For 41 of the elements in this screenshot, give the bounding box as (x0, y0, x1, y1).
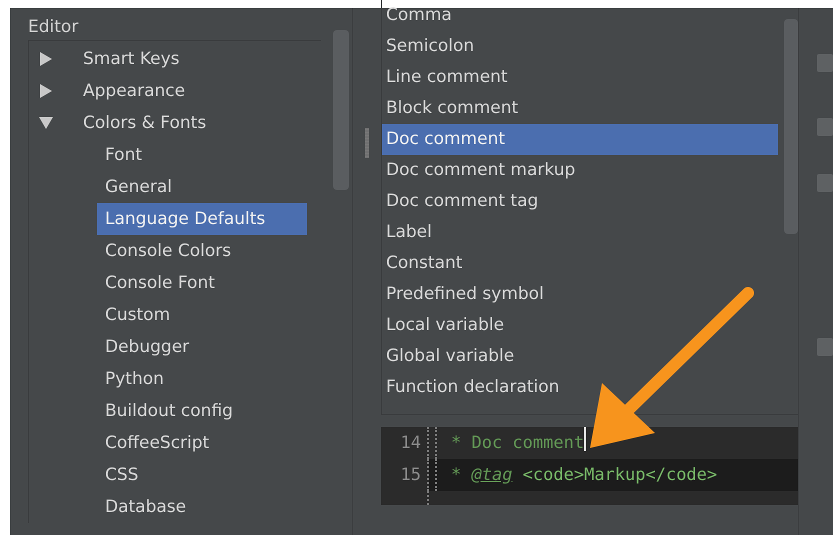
list-item[interactable]: Doc comment tag (382, 186, 778, 217)
list-item[interactable]: Doc comment markup (382, 155, 778, 186)
tree-item[interactable]: Debugger (97, 331, 307, 363)
list-item[interactable]: Function declaration (382, 372, 778, 403)
tree-item[interactable]: Console Colors (97, 235, 307, 267)
section-header: Editor (28, 16, 80, 39)
tree-item[interactable]: General (97, 171, 307, 203)
checkbox[interactable] (817, 54, 833, 72)
code-line: * @tag <code>Markup</code> (451, 464, 718, 487)
collapse-triangle-icon[interactable] (39, 116, 53, 130)
line-number: 15 (381, 459, 429, 491)
checkbox[interactable] (817, 118, 833, 136)
tree-item[interactable]: Buildout config (97, 395, 307, 427)
list-item[interactable]: Doc comment (382, 124, 778, 155)
list-item[interactable]: Local variable (382, 310, 778, 341)
list-item[interactable]: Label (382, 217, 778, 248)
scrollbar-thumb[interactable] (784, 19, 798, 234)
tree-item[interactable]: Appearance (79, 75, 190, 107)
splitter-grip[interactable] (364, 128, 369, 158)
list-item[interactable]: Constant (382, 248, 778, 279)
tree-item[interactable]: Console Font (97, 267, 307, 299)
list-item[interactable]: Semicolon (382, 31, 778, 62)
expand-triangle-icon[interactable] (39, 84, 53, 98)
list-item[interactable]: Line comment (382, 62, 778, 93)
tree-item[interactable]: Database (97, 491, 307, 523)
tree-item[interactable]: Custom (97, 299, 307, 331)
checkbox[interactable] (817, 174, 833, 192)
list-item[interactable]: Comma (382, 0, 778, 31)
tree-item[interactable]: Font (97, 139, 307, 171)
code-line: * Doc comment (451, 432, 584, 455)
tree-item[interactable]: Python (97, 363, 307, 395)
checkbox[interactable] (817, 338, 833, 356)
tree-item[interactable]: CSS (97, 459, 307, 491)
tree-item[interactable]: CoffeeScript (97, 427, 307, 459)
tree-item[interactable]: Smart Keys (79, 43, 184, 75)
list-item[interactable]: Global variable (382, 341, 778, 372)
list-item[interactable]: Predefined symbol (382, 279, 778, 310)
tree-item[interactable]: Language Defaults (97, 203, 307, 235)
tree-item[interactable]: Colors & Fonts (79, 107, 210, 139)
list-item[interactable]: Block comment (382, 93, 778, 124)
expand-triangle-icon[interactable] (39, 52, 53, 66)
